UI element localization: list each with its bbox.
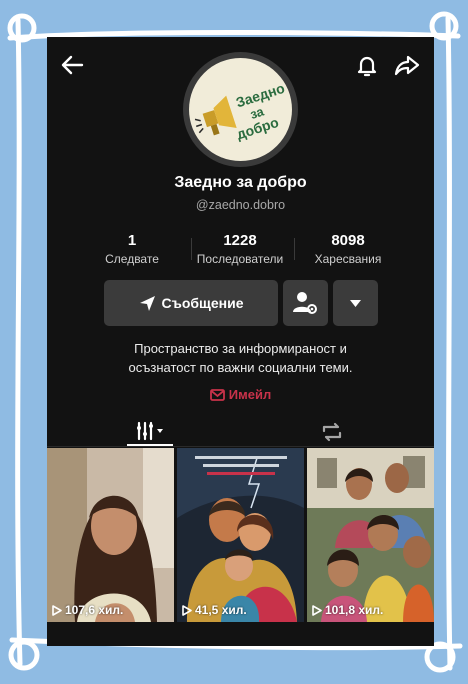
back-arrow-icon xyxy=(61,55,84,75)
stat-likes[interactable]: 8098 Харесвания xyxy=(298,232,398,266)
message-button-label: Съобщение xyxy=(161,295,244,311)
email-link[interactable]: Имейл xyxy=(47,387,434,402)
avatar[interactable]: Заедно за добро xyxy=(183,52,298,167)
view-count-value: 107,6 хил. xyxy=(65,603,124,617)
profile-handle: @zaedno.dobro xyxy=(195,198,286,212)
add-friend-button[interactable] xyxy=(283,280,328,326)
chevron-down-icon xyxy=(350,300,361,307)
stat-divider xyxy=(294,238,295,260)
bio-line: осъзнатост по важни социални теми. xyxy=(128,360,353,375)
mail-icon xyxy=(209,389,225,401)
profile-screen: Заедно за добро Заедно за добро @zaedno.… xyxy=(47,37,434,646)
stat-followers-value: 1228 xyxy=(223,232,257,249)
stat-followers-label: Последователи xyxy=(196,252,284,266)
send-icon xyxy=(139,295,155,311)
view-count: 107,6 хил. xyxy=(52,603,123,617)
bio-line: Пространство за информираност и xyxy=(134,341,347,356)
repost-icon xyxy=(322,422,342,442)
email-label: Имейл xyxy=(228,387,272,402)
video-thumbnail-image xyxy=(177,448,304,622)
back-button[interactable] xyxy=(59,51,87,79)
view-count-value: 101,8 хил. xyxy=(325,603,384,617)
message-button[interactable]: Съобщение xyxy=(104,280,278,326)
logo-image: Заедно за добро xyxy=(189,58,292,161)
play-icon xyxy=(52,604,62,616)
stat-following-label: Следвате xyxy=(105,252,159,266)
megaphone-logo-icon: Заедно за добро xyxy=(194,80,287,142)
video-thumbnail[interactable]: 41,5 хил. xyxy=(177,448,304,622)
stat-likes-label: Харесвания xyxy=(314,252,382,266)
profile-name: Заедно за добро xyxy=(174,174,307,191)
play-icon xyxy=(312,604,322,616)
tab-reposts[interactable] xyxy=(312,415,352,449)
stat-followers[interactable]: 1228 Последователи xyxy=(190,232,290,266)
view-count: 101,8 хил. xyxy=(312,603,383,617)
notifications-button[interactable] xyxy=(353,51,381,79)
stats-row: 1 Следвате 1228 Последователи 8098 Харес… xyxy=(87,232,394,268)
stat-likes-value: 8098 xyxy=(331,232,365,249)
stat-following-value: 1 xyxy=(127,232,137,249)
video-grid: 107,6 хил. 41,5 хил. 101,8 хил. xyxy=(47,448,434,622)
video-thumbnail-image xyxy=(307,448,434,622)
video-thumbnail-image xyxy=(47,448,174,622)
video-thumbnail[interactable]: 101,8 хил. xyxy=(307,448,434,622)
bell-icon xyxy=(357,56,377,77)
share-arrow-icon xyxy=(394,55,420,76)
view-count: 41,5 хил. xyxy=(182,603,247,617)
stat-following[interactable]: 1 Следвате xyxy=(82,232,182,266)
view-count-value: 41,5 хил. xyxy=(195,603,247,617)
video-thumbnail[interactable]: 107,6 хил. xyxy=(47,448,174,622)
bio-text: Пространство за информираност и осъзнато… xyxy=(67,339,414,377)
share-button[interactable] xyxy=(393,51,421,79)
play-icon xyxy=(182,604,192,616)
tabs-divider xyxy=(47,446,434,447)
person-settings-icon xyxy=(293,292,317,314)
more-options-button[interactable] xyxy=(333,280,378,326)
